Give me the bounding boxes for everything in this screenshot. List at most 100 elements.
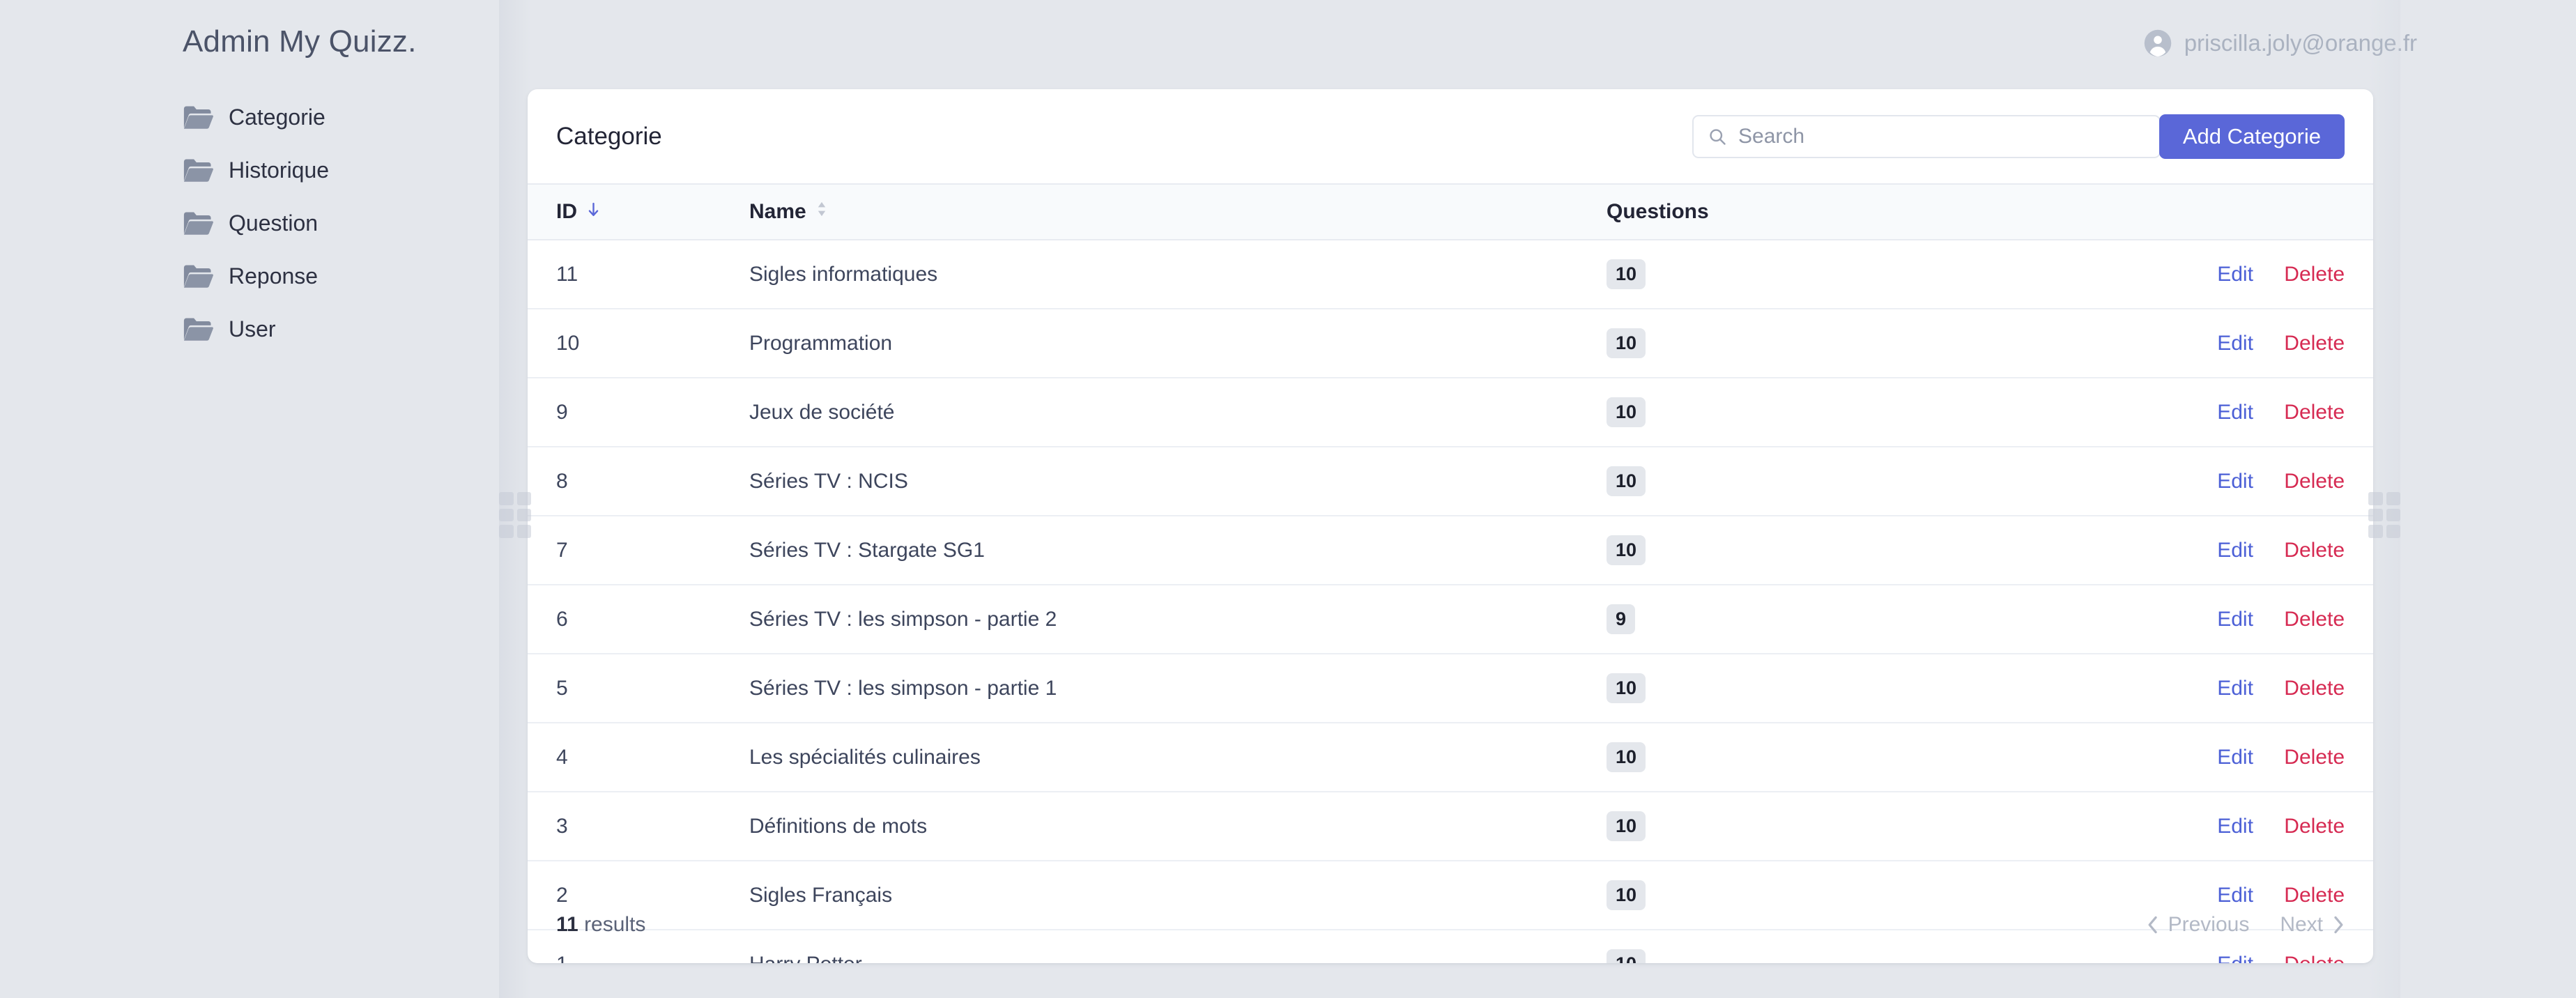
resize-handle-right[interactable] — [2368, 492, 2400, 538]
cell-questions: 10 — [1607, 516, 2094, 585]
sidebar-item-categorie[interactable]: Categorie — [183, 91, 482, 144]
delete-link[interactable]: Delete — [2284, 401, 2345, 424]
categorie-card: Categorie Add Categorie ID — [528, 89, 2373, 963]
questions-badge: 10 — [1607, 673, 1646, 703]
card-title: Categorie — [556, 123, 662, 151]
sidebar-item-label: Question — [229, 210, 318, 236]
search-input[interactable] — [1738, 125, 2145, 148]
questions-badge: 9 — [1607, 604, 1635, 634]
column-header-questions-label: Questions — [1607, 200, 1709, 223]
sidebar: Categorie Historique Question — [183, 91, 482, 355]
cell-actions: Edit Delete — [2094, 447, 2373, 516]
edit-link[interactable]: Edit — [2217, 608, 2253, 631]
previous-page-button[interactable]: Previous — [2147, 913, 2250, 937]
cell-actions: Edit Delete — [2094, 792, 2373, 861]
add-categorie-button[interactable]: Add Categorie — [2159, 114, 2345, 159]
questions-badge: 10 — [1607, 466, 1646, 496]
next-page-label: Next — [2280, 913, 2323, 937]
cell-id: 7 — [528, 516, 749, 585]
search-box[interactable] — [1692, 115, 2161, 158]
cell-id: 8 — [528, 447, 749, 516]
previous-page-label: Previous — [2168, 913, 2250, 937]
column-header-questions: Questions — [1607, 184, 2094, 240]
cell-actions: Edit Delete — [2094, 585, 2373, 654]
results-count: 11 — [556, 913, 578, 936]
sort-desc-icon — [587, 200, 600, 224]
table-row: 8 Séries TV : NCIS 10 Edit Delete — [528, 447, 2373, 516]
delete-link[interactable]: Delete — [2284, 539, 2345, 562]
cell-questions: 10 — [1607, 378, 2094, 447]
sidebar-item-user[interactable]: User — [183, 302, 482, 355]
cell-id: 4 — [528, 723, 749, 792]
column-header-id[interactable]: ID — [528, 184, 749, 240]
results-summary: 11 results — [556, 913, 645, 937]
delete-link[interactable]: Delete — [2284, 677, 2345, 700]
sidebar-item-question[interactable]: Question — [183, 197, 482, 250]
column-header-name[interactable]: Name — [749, 184, 1607, 240]
next-page-button[interactable]: Next — [2280, 913, 2345, 937]
results-label: results — [584, 913, 645, 936]
folder-open-icon — [183, 317, 213, 341]
categorie-table: ID Name — [528, 183, 2373, 963]
delete-link[interactable]: Delete — [2284, 608, 2345, 631]
cell-id: 10 — [528, 309, 749, 378]
cell-actions: Edit Delete — [2094, 309, 2373, 378]
folder-open-icon — [183, 158, 213, 182]
cell-name: Séries TV : Stargate SG1 — [749, 516, 1607, 585]
table-row: 5 Séries TV : les simpson - partie 1 10 … — [528, 654, 2373, 723]
cell-actions: Edit Delete — [2094, 723, 2373, 792]
questions-badge: 10 — [1607, 535, 1646, 565]
delete-link[interactable]: Delete — [2284, 263, 2345, 286]
cell-id: 9 — [528, 378, 749, 447]
questions-badge: 10 — [1607, 328, 1646, 358]
column-header-id-label: ID — [556, 200, 577, 224]
cell-actions: Edit Delete — [2094, 378, 2373, 447]
search-icon — [1708, 127, 1727, 146]
cell-name: Programmation — [749, 309, 1607, 378]
edit-link[interactable]: Edit — [2217, 815, 2253, 838]
delete-link[interactable]: Delete — [2284, 470, 2345, 493]
edit-link[interactable]: Edit — [2217, 470, 2253, 493]
cell-actions: Edit Delete — [2094, 654, 2373, 723]
cell-questions: 10 — [1607, 792, 2094, 861]
cell-questions: 10 — [1607, 654, 2094, 723]
questions-badge: 10 — [1607, 397, 1646, 427]
edit-link[interactable]: Edit — [2217, 746, 2253, 769]
questions-badge: 10 — [1607, 811, 1646, 841]
sidebar-item-label: Categorie — [229, 105, 325, 130]
table-head: ID Name — [528, 184, 2373, 240]
table-row: 3 Définitions de mots 10 Edit Delete — [528, 792, 2373, 861]
cell-name: Les spécialités culinaires — [749, 723, 1607, 792]
edit-link[interactable]: Edit — [2217, 539, 2253, 562]
delete-link[interactable]: Delete — [2284, 332, 2345, 355]
cell-id: 3 — [528, 792, 749, 861]
folder-open-icon — [183, 105, 213, 129]
cell-id: 6 — [528, 585, 749, 654]
cell-name: Définitions de mots — [749, 792, 1607, 861]
account-circle-icon — [2143, 29, 2172, 58]
table-header-row: ID Name — [528, 184, 2373, 240]
table-row: 6 Séries TV : les simpson - partie 2 9 E… — [528, 585, 2373, 654]
delete-link[interactable]: Delete — [2284, 746, 2345, 769]
table-row: 4 Les spécialités culinaires 10 Edit Del… — [528, 723, 2373, 792]
sidebar-item-label: User — [229, 316, 276, 342]
user-account[interactable]: priscilla.joly@orange.fr — [2143, 29, 2417, 58]
cell-name: Séries TV : NCIS — [749, 447, 1607, 516]
delete-link[interactable]: Delete — [2284, 815, 2345, 838]
table-row: 11 Sigles informatiques 10 Edit Delete — [528, 240, 2373, 309]
sidebar-item-reponse[interactable]: Reponse — [183, 250, 482, 302]
questions-badge: 10 — [1607, 742, 1646, 772]
table-row: 10 Programmation 10 Edit Delete — [528, 309, 2373, 378]
edit-link[interactable]: Edit — [2217, 677, 2253, 700]
edit-link[interactable]: Edit — [2217, 263, 2253, 286]
admin-page: Admin My Quizz. priscilla.joly@orange.fr… — [0, 0, 2576, 998]
edit-link[interactable]: Edit — [2217, 401, 2253, 424]
folder-open-icon — [183, 211, 213, 235]
sidebar-item-historique[interactable]: Historique — [183, 144, 482, 197]
cell-questions: 10 — [1607, 447, 2094, 516]
questions-badge: 10 — [1607, 259, 1646, 289]
cell-name: Sigles informatiques — [749, 240, 1607, 309]
table-body: 11 Sigles informatiques 10 Edit Delete 1… — [528, 240, 2373, 963]
edit-link[interactable]: Edit — [2217, 332, 2253, 355]
resize-handle-left[interactable] — [499, 492, 531, 538]
